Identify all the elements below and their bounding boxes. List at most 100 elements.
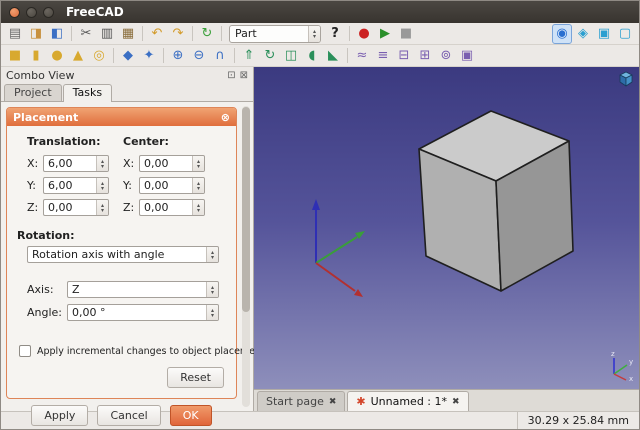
translation-x-label: X: [27,157,43,170]
ok-button[interactable]: OK [170,405,212,426]
translation-y-input[interactable]: 6,00 [43,177,109,194]
sweep-icon[interactable]: ≈ [352,46,372,66]
macro-record-icon[interactable]: ● [354,24,374,44]
boolean-union-icon[interactable]: ⊕ [168,46,188,66]
offset-icon[interactable]: ⊚ [436,46,456,66]
freecad-window: FreeCAD ▤ ◨ ◧ ✂ ▥ ▦ ↶ ↷ ↻ Part ? ● ▶ ■ ◉… [0,0,640,430]
titlebar: FreeCAD [1,1,639,23]
tab-start-page[interactable]: Start page ✖ [257,391,345,411]
refresh-icon[interactable]: ↻ [197,24,217,44]
axis-select[interactable]: Z [67,281,219,298]
rotation-mode-value: Rotation axis with angle [28,248,206,261]
tab-close-icon[interactable]: ✖ [452,397,460,407]
translation-x-input[interactable]: 6,00 [43,155,109,172]
center-x-label: X: [123,157,139,170]
revolve-icon[interactable]: ↻ [260,46,280,66]
cross-section-icon[interactable]: ⊞ [415,46,435,66]
view-iso-icon[interactable]: ◈ [573,24,593,44]
thickness-icon[interactable]: ▣ [457,46,477,66]
view-fit-icon[interactable]: ◉ [552,24,572,44]
axis-indicator: z y x [606,348,636,385]
translation-z-input[interactable]: 0,00 [43,199,109,216]
undock-icon[interactable]: ⊡ [227,70,235,81]
boolean-cut-icon[interactable]: ⊖ [189,46,209,66]
axis-y-label: y [629,358,633,366]
open-folder-icon[interactable]: ◨ [26,24,46,44]
save-file-icon[interactable]: ◧ [47,24,67,44]
dock-close-icon[interactable]: ⊠ [240,70,248,81]
center-x-input[interactable]: 0,00 [139,155,205,172]
spinner-arrows-icon[interactable] [206,305,218,320]
navigation-cube-icon[interactable] [618,71,634,90]
center-y-input[interactable]: 0,00 [139,177,205,194]
part-torus-icon[interactable]: ◎ [89,46,109,66]
section-icon[interactable]: ⊟ [394,46,414,66]
viewport-3d[interactable]: z y x [254,67,639,389]
redo-icon[interactable]: ↷ [168,24,188,44]
view-style-icon[interactable]: ▢ [615,24,635,44]
spinner-arrows-icon[interactable] [192,200,204,215]
cut-icon[interactable]: ✂ [76,24,96,44]
part-primitives-icon[interactable]: ◆ [118,46,138,66]
tab-unnamed-document[interactable]: ✱ Unnamed : 1* ✖ [347,391,468,411]
undo-icon[interactable]: ↶ [147,24,167,44]
axis-z-label: z [611,350,615,358]
new-document-icon[interactable]: ▤ [5,24,25,44]
extrude-icon[interactable]: ⇑ [239,46,259,66]
scrollbar-thumb[interactable] [242,107,250,312]
center-x-value: 0,00 [140,157,192,170]
combo-view-panel: Combo View ⊡ ⊠ Project Tasks Placement ⊗ [1,67,254,411]
panel-close-icon[interactable]: ⊗ [221,111,230,124]
paste-icon[interactable]: ▦ [118,24,138,44]
incremental-checkbox[interactable] [19,345,31,357]
part-box-icon[interactable]: ■ [5,46,25,66]
spinner-arrows-icon[interactable] [192,178,204,193]
combo-arrows-icon [206,247,218,262]
workbench-selector[interactable]: Part [229,25,321,43]
combo-arrows-icon [206,282,218,297]
window-minimize-button[interactable] [26,7,37,18]
window-maximize-button[interactable] [43,7,54,18]
boolean-intersection-icon[interactable]: ∩ [210,46,230,66]
spinner-arrows-icon[interactable] [96,200,108,215]
fillet-icon[interactable]: ◖ [302,46,322,66]
part-sphere-icon[interactable]: ● [47,46,67,66]
part-cone-icon[interactable]: ▲ [68,46,88,66]
spinner-arrows-icon[interactable] [96,178,108,193]
center-z-label: Z: [123,201,139,214]
angle-row: Angle: 0,00 ° [27,304,228,321]
combo-view-title: Combo View [6,69,74,82]
axis-row: Axis: Z [27,281,228,298]
part-shapebuilder-icon[interactable]: ✦ [139,46,159,66]
rotation-mode-select[interactable]: Rotation axis with angle [27,246,219,263]
tasks-scrollbar[interactable] [242,106,250,407]
reset-button[interactable]: Reset [167,367,224,388]
macro-play-icon[interactable]: ▶ [375,24,395,44]
mirror-icon[interactable]: ◫ [281,46,301,66]
macro-stop-icon[interactable]: ■ [396,24,416,44]
incremental-row: Apply incremental changes to object plac… [19,345,228,357]
loft-icon[interactable]: ≡ [373,46,393,66]
reset-row: Reset [15,367,224,388]
view-front-icon[interactable]: ▣ [594,24,614,44]
part-cylinder-icon[interactable]: ▮ [26,46,46,66]
chamfer-icon[interactable]: ◣ [323,46,343,66]
axis-value: Z [68,283,206,296]
tab-close-icon[interactable]: ✖ [329,397,337,407]
center-z-input[interactable]: 0,00 [139,199,205,216]
apply-button[interactable]: Apply [31,405,88,426]
toolbar-separator [221,26,222,41]
combo-arrows-icon [308,26,320,42]
window-close-button[interactable] [9,7,20,18]
origin-axes [312,199,365,297]
spinner-arrows-icon[interactable] [192,156,204,171]
spinner-arrows-icon[interactable] [96,156,108,171]
tab-project[interactable]: Project [4,84,62,101]
angle-input[interactable]: 0,00 ° [67,304,219,321]
cancel-button[interactable]: Cancel [97,405,160,426]
whats-this-icon[interactable]: ? [325,24,345,44]
cube-object [419,111,573,291]
copy-icon[interactable]: ▥ [97,24,117,44]
toolbar-part: ■ ▮ ● ▲ ◎ ◆ ✦ ⊕ ⊖ ∩ ⇑ ↻ ◫ ◖ ◣ ≈ ≡ ⊟ ⊞ ⊚ … [1,45,639,67]
tab-tasks[interactable]: Tasks [63,84,112,102]
